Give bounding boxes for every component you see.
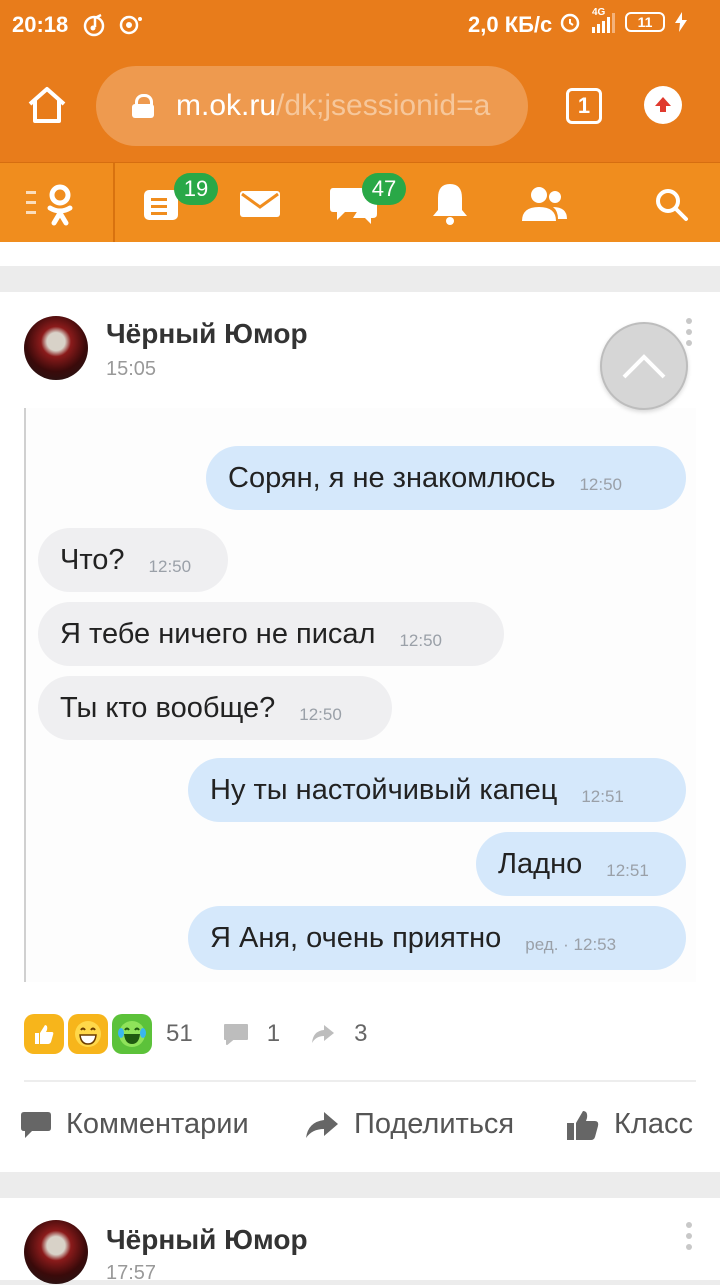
chat-time-7: ред. · 12:53: [525, 935, 617, 954]
chat-time-5: 12:51: [581, 787, 624, 806]
search-icon: [656, 189, 688, 221]
chat-text-3: Я тебе ничего не писал: [60, 617, 376, 650]
nav-feed[interactable]: 19: [140, 173, 218, 227]
comment-icon: [21, 1111, 51, 1138]
network-type: 4G: [592, 7, 606, 18]
signal-icon: 4G: [592, 7, 615, 33]
status-system-icons: 4G 11: [558, 7, 687, 34]
discussions-badge: 47: [362, 173, 406, 205]
chat-bubble-5: Ну ты настойчивый капец 12:51: [188, 758, 686, 822]
chat-text-5: Ну ты настойчивый капец: [210, 773, 558, 806]
author-avatar[interactable]: [24, 316, 88, 380]
feed-badge: 19: [174, 173, 218, 205]
previous-post-tail: [0, 242, 720, 266]
url-host: m.ok.ru: [176, 89, 277, 122]
like-reaction-icon: [24, 1014, 64, 1054]
chat-bubble-4: Ты кто вообще? 12:50: [38, 676, 392, 740]
post-author[interactable]: Чёрный Юмор: [106, 318, 308, 350]
chat-time-4: 12:50: [299, 705, 342, 724]
thumbs-up-icon: [567, 1110, 599, 1140]
battery-icon: 11: [625, 12, 665, 32]
chat-bubble-7: Я Аня, очень приятно ред. · 12:53: [188, 906, 686, 970]
laugh-reaction-icon: [68, 1014, 108, 1054]
status-time: 20:18: [12, 12, 69, 37]
scroll-to-top-button[interactable]: [600, 322, 688, 410]
nav-messages[interactable]: [238, 181, 282, 227]
share-icon: [306, 1111, 338, 1138]
chat-text-2: Что?: [60, 543, 125, 576]
status-bar: 20:18 2,0 КБ/с 4G 11: [0, 0, 720, 52]
menu-logo-button[interactable]: [24, 181, 80, 227]
chat-bubble-2: Что? 12:50: [38, 528, 228, 592]
post-time: 15:05: [106, 358, 157, 380]
home-icon[interactable]: [26, 84, 68, 126]
post-menu-icon-2[interactable]: [686, 1222, 694, 1250]
chat-bubble-1: Сорян, я не знакомлюсь 12:50: [206, 446, 686, 510]
charging-icon: [675, 12, 687, 32]
network-speed: 2,0 КБ/с: [468, 12, 553, 37]
tears-of-joy-reaction-icon: [112, 1014, 152, 1054]
nav-discussions[interactable]: 47: [328, 173, 406, 227]
feed-gap: [0, 266, 720, 292]
music-note-icon: [83, 13, 105, 37]
alarm-icon: [560, 13, 580, 33]
status-notification-icons: [82, 12, 144, 38]
nav-notifications[interactable]: [428, 181, 472, 227]
reactions-bar[interactable]: 51 1 3: [24, 1014, 367, 1054]
bell-icon: [433, 184, 467, 225]
nav-divider: [113, 163, 115, 243]
comments-count: 1: [266, 1020, 281, 1047]
author-avatar-2[interactable]: [24, 1220, 88, 1284]
share-count-icon: [312, 1025, 335, 1043]
post-author-2[interactable]: Чёрный Юмор: [106, 1224, 308, 1256]
chat-time-1: 12:50: [579, 475, 623, 494]
post-divider: [24, 1080, 696, 1082]
url-path: /dk;jsessionid=a: [276, 89, 491, 122]
friends-icon: [522, 187, 567, 221]
upload-arrow-icon: [655, 97, 671, 112]
chat-bubble-6: Ладно 12:51: [476, 832, 686, 896]
browser-toolbar: m.ok.ru/dk;jsessionid=a 1: [0, 52, 720, 162]
chat-time-2: 12:50: [148, 557, 192, 576]
chevron-up-icon: [622, 354, 666, 379]
nav-friends[interactable]: [518, 181, 570, 227]
likes-count: 51: [166, 1020, 193, 1047]
comments-button[interactable]: Комментарии: [20, 1108, 249, 1141]
chat-text-7: Я Аня, очень приятно: [210, 921, 502, 954]
site-nav-bar: 19 47: [0, 162, 720, 243]
record-icon: [119, 15, 142, 35]
post-time-2: 17:57: [106, 1262, 157, 1284]
ok-logo-menu-icon: [26, 184, 73, 226]
chat-bubble-3: Я тебе ничего не писал 12:50: [38, 602, 504, 666]
comment-count-icon: [223, 1024, 248, 1045]
battery-level: 11: [637, 14, 653, 30]
feed-gap-2: [0, 1172, 720, 1198]
envelope-icon: [240, 191, 280, 217]
like-button[interactable]: Класс: [566, 1108, 693, 1141]
chat-time-3: 12:50: [399, 631, 443, 650]
upload-button[interactable]: [644, 86, 682, 124]
chat-text-4: Ты кто вообще?: [60, 691, 276, 724]
url-bar[interactable]: m.ok.ru/dk;jsessionid=a: [96, 66, 528, 146]
share-button[interactable]: Поделиться: [304, 1108, 514, 1141]
shares-count: 3: [354, 1020, 368, 1047]
share-label: Поделиться: [354, 1108, 515, 1140]
tabs-button[interactable]: 1: [566, 88, 602, 124]
lock-icon: [132, 94, 154, 118]
post-image-chat[interactable]: Сорян, я не знакомлюсь 12:50 Что? 12:50 …: [24, 408, 696, 982]
chat-text-6: Ладно: [498, 847, 583, 880]
like-label: Класс: [614, 1108, 693, 1140]
nav-search[interactable]: [652, 181, 690, 227]
comments-label: Комментарии: [66, 1108, 249, 1140]
tab-count: 1: [577, 93, 591, 118]
chat-time-6: 12:51: [606, 861, 649, 880]
chat-text-1: Сорян, я не знакомлюсь: [228, 461, 556, 494]
post-menu-icon[interactable]: [686, 318, 694, 346]
